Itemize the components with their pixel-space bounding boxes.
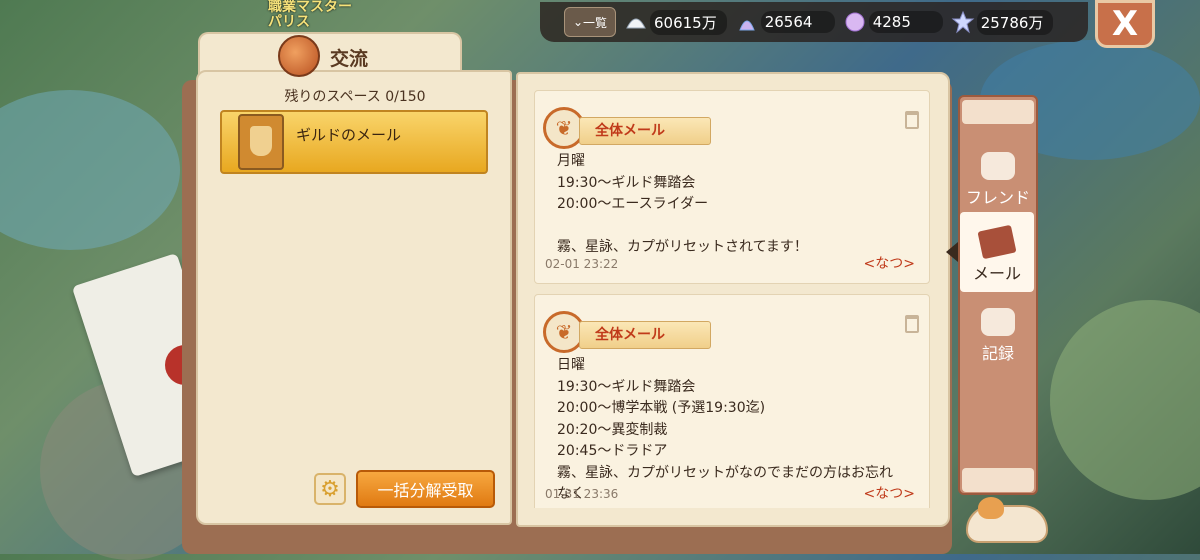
mail-line: 20:00～博学本戦 (予選19:30迄) <box>557 400 766 416</box>
list-toggle-label: 一覧 <box>583 15 608 30</box>
list-toggle-button[interactable]: ⌄ 一覧 <box>564 7 616 37</box>
close-button[interactable]: X <box>1095 0 1155 48</box>
resource-value: 4285 <box>868 11 943 33</box>
remaining-space-label: 残りのスペース 0/150 <box>284 89 426 105</box>
mail-line: 日曜 <box>557 357 585 373</box>
mail-line: 20:00～エースライダー <box>557 196 709 212</box>
mail-line: 20:20～異変制裁 <box>557 421 668 438</box>
gear-icon: ⚙ <box>320 476 340 502</box>
side-nav-ornament <box>962 468 1034 492</box>
handshake-icon <box>238 114 284 170</box>
mail-list[interactable]: ❦ 全体メール 月曜 19:30～ギルド舞踏会 20:00～エースライダー 霧、… <box>528 90 938 508</box>
npc-nameplate: 職業マスター パリス <box>268 0 352 30</box>
mail-item[interactable]: ❦ 全体メール 月曜 19:30～ギルド舞踏会 20:00～エースライダー 霧、… <box>534 90 930 284</box>
gift-icon <box>981 308 1015 336</box>
trash-icon[interactable] <box>905 111 919 129</box>
mail-line: 19:30～ギルド舞踏会 <box>557 378 696 395</box>
mail-type-label: 全体メール <box>595 327 665 343</box>
close-icon: X <box>1111 4 1139 44</box>
bg-fountain <box>0 90 180 250</box>
bg-foliage <box>1050 300 1200 500</box>
mail-sender: <なつ> <box>863 256 915 272</box>
mail-body: 月曜 19:30～ギルド舞踏会 20:00～エースライダー 霧、星詠、カプがリセ… <box>557 151 927 259</box>
mail-line: 月曜 <box>557 153 585 169</box>
mail-item[interactable]: ❦ 全体メール 日曜 19:30～ギルド舞踏会 20:00～博学本戦 (予選19… <box>534 294 930 508</box>
chevron-down-icon: ⌄ <box>572 15 584 29</box>
mail-line: 19:30～ギルド舞踏会 <box>557 174 696 191</box>
tab-record-label: 記録 <box>981 344 1014 363</box>
guild-mail-label: ギルドのメール <box>296 126 402 144</box>
conch-icon <box>843 10 867 34</box>
shell-icon <box>624 10 648 34</box>
tab-friend[interactable]: フレンド <box>962 140 1034 216</box>
mail-line: 霧、星詠、カプがリセットがなのでまだの方はお忘れ <box>557 464 893 481</box>
friends-icon <box>981 152 1015 180</box>
active-tab-indicator <box>946 242 958 262</box>
tab-friend-label: フレンド <box>965 188 1030 207</box>
resource-value: 26564 <box>760 11 835 33</box>
tab-mail[interactable]: メール <box>960 212 1034 292</box>
resource-value: 60615万 <box>650 9 727 35</box>
star-icon <box>951 10 975 34</box>
mail-date: 01-31 23:36 <box>545 487 619 501</box>
bulk-receive-button[interactable]: 一括分解受取 <box>356 470 495 508</box>
mail-line <box>557 216 927 238</box>
side-nav-ornament <box>962 100 1034 124</box>
npc-title: 職業マスター <box>268 0 352 15</box>
trash-icon[interactable] <box>905 315 919 333</box>
mail-icon <box>977 224 1017 260</box>
resource-star: 25786万 <box>951 9 1054 35</box>
resource-seashell-star: 26564 <box>735 10 835 34</box>
panel-title: 交流 <box>330 48 369 70</box>
mail-type-label: 全体メール <box>595 123 665 139</box>
mail-sender: <なつ> <box>863 486 915 502</box>
tab-mail-label: メール <box>972 264 1021 283</box>
seashell-star-icon <box>735 10 759 34</box>
guild-emblem-icon <box>278 35 320 77</box>
mail-date: 02-01 23:22 <box>545 257 619 271</box>
resource-conch: 4285 <box>843 10 943 34</box>
mascot-face <box>978 497 1004 519</box>
resource-bar: ⌄ 一覧 60615万 26564 4285 25786万 <box>540 2 1088 42</box>
bulk-receive-label: 一括分解受取 <box>377 481 474 500</box>
resource-shell: 60615万 <box>624 9 727 35</box>
tab-record[interactable]: 記録 <box>962 296 1034 372</box>
resource-value: 25786万 <box>976 9 1054 35</box>
settings-gear-button[interactable]: ⚙ <box>314 473 346 505</box>
npc-name: パリス <box>268 14 310 30</box>
mail-line: 20:45～ドラドア <box>557 443 668 459</box>
